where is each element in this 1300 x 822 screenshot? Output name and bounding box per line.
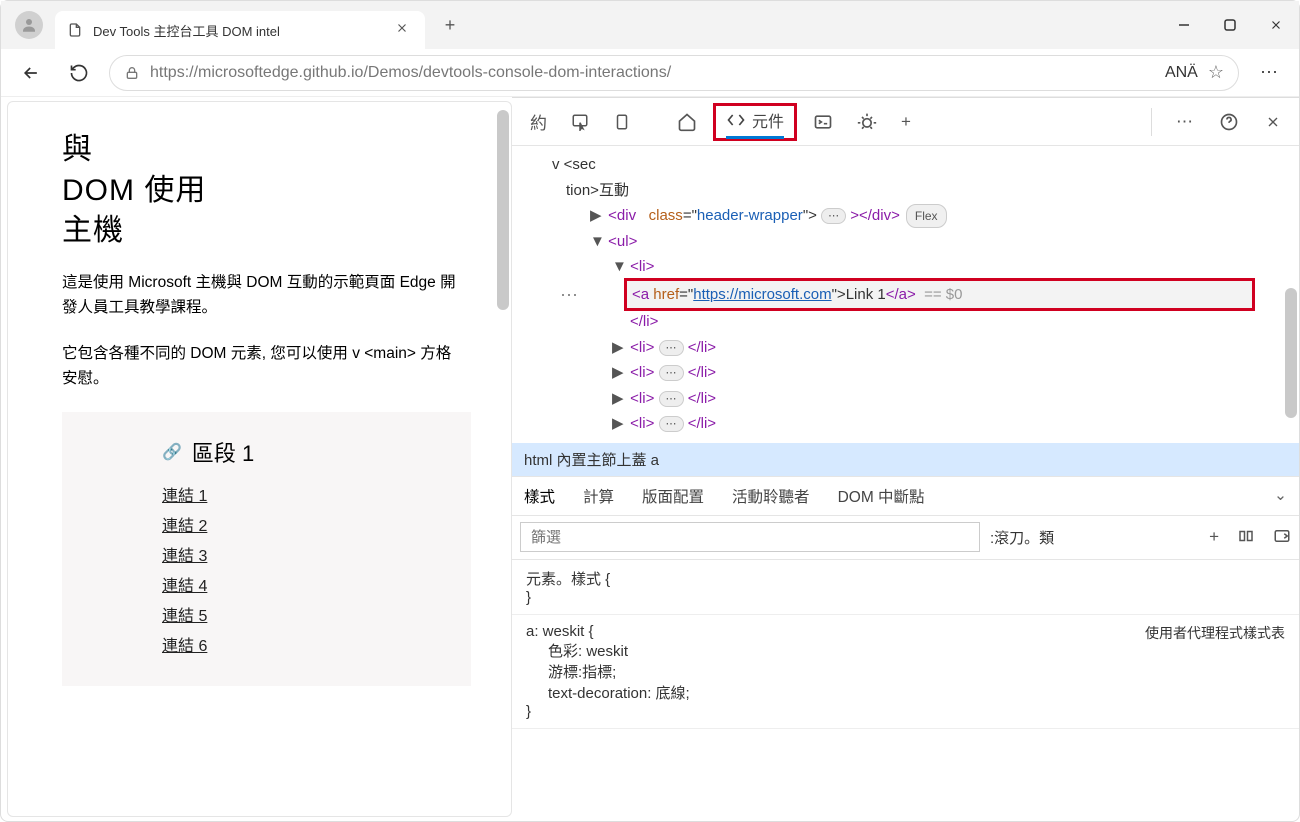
section-link[interactable]: 連結 1	[162, 482, 441, 506]
more-tools-button[interactable]: ⋯	[1168, 102, 1201, 142]
more-menu-button[interactable]: ⋯	[1251, 55, 1287, 91]
styles-tab-layout[interactable]: 版面配置	[642, 485, 704, 507]
close-window-button[interactable]	[1253, 5, 1299, 45]
styles-tab-breakpoints[interactable]: DOM 中斷點	[838, 485, 925, 507]
hov-cls-label[interactable]: :滾刀。類	[990, 527, 1054, 548]
section-link[interactable]: 連結 5	[162, 602, 441, 626]
page-icon	[67, 22, 83, 38]
back-button[interactable]	[13, 55, 49, 91]
styles-tab-computed[interactable]: 計算	[583, 485, 614, 507]
device-icon[interactable]	[605, 102, 639, 142]
maximize-button[interactable]	[1207, 5, 1253, 45]
style-rule-ua[interactable]: 使用者代理程式樣式表 a: weskit { 色彩: weskit 游標:指標;…	[512, 615, 1299, 729]
dom-breadcrumb[interactable]: html 內置主節上蓋 a	[512, 443, 1299, 476]
styles-tab-listeners[interactable]: 活動聆聽者	[732, 485, 810, 507]
favorite-icon[interactable]: ☆	[1208, 62, 1224, 83]
url-text: https://microsoftedge.github.io/Demos/de…	[150, 64, 1155, 82]
section-link[interactable]: 連結 6	[162, 632, 441, 656]
section-link[interactable]: 連結 3	[162, 542, 441, 566]
dom-selected-row[interactable]: <a href="https://microsoft.com">Link 1</…	[632, 280, 1299, 310]
refresh-button[interactable]	[61, 55, 97, 91]
styles-tab-styles[interactable]: 樣式	[524, 485, 555, 507]
section-links: 連結 1 連結 2 連結 3 連結 4 連結 5 連結 6	[162, 482, 441, 656]
titlebar: Dev Tools 主控台工具 DOM intel +	[1, 1, 1299, 49]
window-controls	[1161, 5, 1299, 45]
devtools-pane: 約 元件 + ⋯ v <sec tion>互動	[512, 97, 1299, 821]
ua-stylesheet-label: 使用者代理程式樣式表	[1145, 623, 1285, 643]
devtools-tab-elements[interactable]: 元件	[713, 103, 797, 141]
content-row: 與 DOM 使用 主機 這是使用 Microsoft 主機與 DOM 互動的示範…	[1, 97, 1299, 821]
styles-filter-input[interactable]	[520, 522, 980, 552]
browser-tab[interactable]: Dev Tools 主控台工具 DOM intel	[55, 11, 425, 49]
add-tab-button[interactable]: +	[893, 102, 919, 142]
tab-title: Dev Tools 主控台工具 DOM intel	[93, 21, 385, 40]
section-box: 🔗 區段 1 連結 1 連結 2 連結 3 連結 4 連結 5 連結 6	[62, 412, 471, 686]
devtools-tabs: 約 元件 + ⋯	[512, 98, 1299, 146]
dom-line[interactable]: ▶ <div class="header-wrapper"> ⋯ ></div>…	[590, 203, 1299, 229]
tab-close-icon[interactable]	[395, 21, 413, 39]
row-actions-icon[interactable]: ⋯	[560, 280, 579, 311]
new-tab-button[interactable]: +	[433, 8, 467, 42]
url-badge: ANÄ	[1165, 64, 1198, 82]
inspect-icon[interactable]	[563, 102, 597, 142]
dom-line[interactable]: ▼ <ul>	[590, 229, 1299, 255]
style-rule-inline[interactable]: 元素。樣式 { }	[512, 560, 1299, 615]
profile-avatar[interactable]	[15, 11, 43, 39]
page-heading: 與 DOM 使用 主機	[62, 130, 471, 252]
address-bar[interactable]: https://microsoftedge.github.io/Demos/de…	[109, 55, 1239, 91]
styles-tabs: 樣式 計算 版面配置 活動聆聽者 DOM 中斷點 ⌄	[512, 476, 1299, 516]
dom-line[interactable]: tion>互動	[566, 178, 1299, 204]
dom-tree[interactable]: v <sec tion>互動 ▶ <div class="header-wrap…	[512, 146, 1299, 443]
devtools-tab-welcome[interactable]: 約	[522, 102, 555, 142]
dom-line[interactable]: </li>	[630, 309, 1299, 335]
help-icon[interactable]	[1211, 102, 1247, 142]
bug-icon[interactable]	[849, 102, 885, 142]
page-paragraph-2: 它包含各種不同的 DOM 元素, 您可以使用 v <main> 方格 安慰。	[62, 341, 471, 392]
link-icon: 🔗	[162, 442, 182, 462]
page-paragraph-1: 這是使用 Microsoft 主機與 DOM 互動的示範頁面 Edge 開發人員…	[62, 270, 471, 321]
flexbox-editor-icon[interactable]	[1237, 527, 1255, 547]
dom-line[interactable]: ▶ <li> ⋯ </li>	[612, 386, 1299, 412]
dom-line[interactable]: ▶ <li> ⋯ </li>	[612, 360, 1299, 386]
minimize-button[interactable]	[1161, 5, 1207, 45]
new-style-icon[interactable]: +	[1209, 527, 1219, 547]
dom-line[interactable]: v <sec	[552, 152, 1299, 178]
dom-line[interactable]: ▼ <li>	[612, 254, 1299, 280]
url-toolbar: https://microsoftedge.github.io/Demos/de…	[1, 49, 1299, 97]
dom-line[interactable]: ▶ <li> ⋯ </li>	[612, 335, 1299, 361]
styles-filter-row: :滾刀。類 +	[512, 516, 1299, 560]
page-scrollbar[interactable]	[497, 110, 509, 310]
section-heading: 🔗 區段 1	[162, 436, 441, 468]
chevron-down-icon[interactable]: ⌄	[1274, 486, 1287, 505]
computed-toggle-icon[interactable]	[1273, 527, 1291, 547]
section-link[interactable]: 連結 4	[162, 572, 441, 596]
close-devtools-button[interactable]	[1257, 102, 1289, 142]
console-icon[interactable]	[805, 102, 841, 142]
dom-line[interactable]: ▶ <li> ⋯ </li>	[612, 411, 1299, 437]
home-icon[interactable]	[669, 102, 705, 142]
lock-icon	[124, 65, 140, 81]
section-link[interactable]: 連結 2	[162, 512, 441, 536]
page-pane: 與 DOM 使用 主機 這是使用 Microsoft 主機與 DOM 互動的示範…	[7, 101, 512, 817]
